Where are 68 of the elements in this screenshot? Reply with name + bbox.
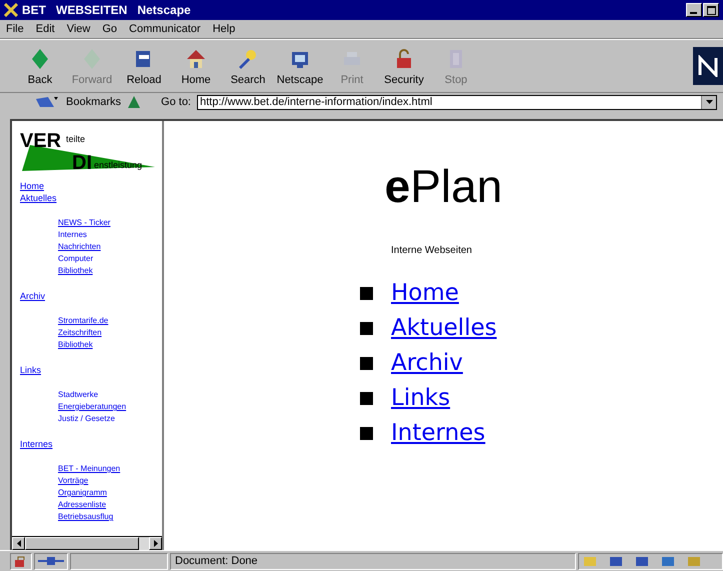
status-text: Document: Done bbox=[170, 552, 576, 570]
page-link[interactable]: Aktuelles bbox=[391, 315, 497, 341]
menu-item[interactable]: Go bbox=[102, 23, 118, 35]
nav-link[interactable]: Energieberatungen bbox=[58, 401, 162, 413]
browser-logo bbox=[693, 47, 723, 85]
page-link[interactable]: Links bbox=[391, 385, 450, 411]
window-title: BET WEBSEITEN Netscape bbox=[22, 3, 192, 17]
logo: VER teilte DI enstleistung bbox=[20, 131, 155, 170]
nav-link[interactable]: Organigramm bbox=[58, 487, 162, 499]
page-title: ePlan bbox=[384, 159, 502, 213]
scrollbar-thumb[interactable] bbox=[25, 537, 139, 550]
nav-link[interactable]: Links bbox=[20, 364, 162, 376]
toolbar-button[interactable]: Home bbox=[170, 42, 222, 90]
right-arrow-icon bbox=[154, 540, 158, 547]
toolbar-button[interactable]: Reload bbox=[118, 42, 170, 90]
nav-link[interactable]: Vorträge bbox=[58, 475, 162, 487]
page-link[interactable]: Internes bbox=[391, 420, 486, 446]
nav-link[interactable]: Bibliothek bbox=[58, 339, 162, 351]
page-link[interactable]: Archiv bbox=[391, 350, 463, 376]
nav-link[interactable]: Home bbox=[20, 180, 162, 192]
nav-link[interactable]: Stromtarife.de bbox=[58, 315, 162, 327]
page-link[interactable]: Home bbox=[391, 280, 459, 306]
left-arrow-icon bbox=[16, 540, 20, 547]
bullet-icon bbox=[360, 286, 373, 300]
maximize-button[interactable] bbox=[703, 3, 719, 17]
nav-link[interactable]: Bibliothek bbox=[58, 265, 162, 277]
scroll-right-button[interactable] bbox=[149, 537, 162, 550]
bullet-icon bbox=[360, 322, 373, 334]
nav-link[interactable]: Adressenliste bbox=[58, 499, 162, 511]
menu-item[interactable]: Help bbox=[212, 23, 236, 35]
plug-icon bbox=[38, 556, 64, 566]
toolbar-button[interactable]: Search bbox=[222, 42, 274, 90]
dropdown-button[interactable] bbox=[701, 96, 716, 108]
bookmarks-label[interactable]: Bookmarks bbox=[66, 96, 122, 108]
nav-link[interactable]: NEWS - Ticker bbox=[58, 217, 162, 229]
nav-link[interactable]: Zeitschriften bbox=[58, 327, 162, 339]
nav-link[interactable]: Aktuelles bbox=[20, 192, 162, 204]
nav-link[interactable]: Archiv bbox=[20, 290, 162, 302]
menu-item[interactable]: File bbox=[6, 23, 24, 35]
nav-link[interactable]: Nachrichten bbox=[58, 241, 162, 253]
nav-link[interactable]: BET - Meinungen bbox=[58, 463, 162, 475]
location-icon bbox=[127, 95, 142, 109]
bookmarks-icon[interactable] bbox=[34, 95, 60, 109]
nav-link[interactable]: Computer bbox=[58, 253, 162, 265]
nav-link[interactable]: Internes bbox=[20, 438, 162, 450]
bullet-icon bbox=[360, 356, 373, 370]
page-subtitle: Interne Webseiten bbox=[391, 245, 472, 256]
menu-item[interactable]: View bbox=[66, 23, 90, 35]
scroll-left-button[interactable] bbox=[12, 537, 25, 550]
minimize-button[interactable] bbox=[686, 3, 702, 17]
toolbar-button[interactable]: Security bbox=[378, 42, 430, 90]
app-icon bbox=[4, 3, 18, 17]
security-status[interactable] bbox=[10, 552, 32, 570]
maximize-icon bbox=[706, 6, 716, 14]
goto-label: Go to: bbox=[161, 96, 191, 108]
url-field[interactable]: http://www.bet.de/interne-information/index.html bbox=[197, 94, 717, 110]
horizontal-scrollbar[interactable] bbox=[12, 536, 162, 550]
toolbar-button[interactable]: Back bbox=[14, 42, 66, 90]
bullet-icon bbox=[360, 392, 373, 404]
toolbar-button[interactable]: Netscape bbox=[274, 42, 326, 90]
menu-item[interactable]: Communicator bbox=[129, 23, 201, 35]
nav-link[interactable]: Betriebsausflug bbox=[58, 511, 162, 523]
nav-link[interactable]: Internes bbox=[58, 229, 162, 241]
nav-link[interactable]: Stadtwerke bbox=[58, 389, 162, 401]
nav-link[interactable]: Justiz / Gesetze bbox=[58, 413, 162, 425]
menu-item[interactable]: Edit bbox=[36, 23, 55, 35]
bullet-icon bbox=[360, 426, 373, 440]
caret-icon bbox=[706, 100, 712, 104]
